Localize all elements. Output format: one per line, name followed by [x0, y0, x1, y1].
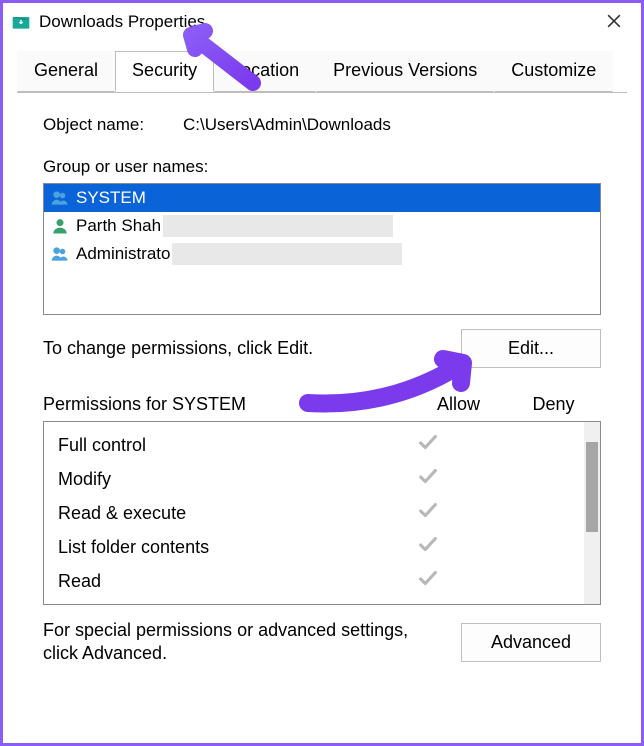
allow-check-icon: [380, 568, 475, 595]
permissions-scrollbar[interactable]: [584, 422, 600, 604]
list-item-label: Administrato: [76, 244, 170, 264]
permission-row-read-execute: Read & execute: [44, 496, 584, 530]
group-icon: [50, 244, 70, 264]
close-button[interactable]: [591, 7, 637, 37]
redacted-detail: [163, 215, 393, 237]
list-item-system[interactable]: SYSTEM: [44, 184, 600, 212]
tab-security[interactable]: Security: [115, 51, 214, 92]
allow-check-icon: [380, 432, 475, 459]
permission-name: Read: [58, 571, 380, 592]
window-title: Downloads Properties: [39, 12, 591, 32]
list-item-administrators[interactable]: Administrato: [44, 240, 600, 268]
permission-name: Read & execute: [58, 503, 380, 524]
titlebar: Downloads Properties: [3, 3, 641, 41]
permission-row-read: Read: [44, 564, 584, 598]
permission-name: Full control: [58, 435, 380, 456]
redacted-detail: [172, 243, 402, 265]
permission-name: List folder contents: [58, 537, 380, 558]
tab-panel-security: Object name: C:\Users\Admin\Downloads Gr…: [17, 92, 627, 674]
object-name-value: C:\Users\Admin\Downloads: [183, 115, 391, 135]
deny-column-header: Deny: [506, 394, 601, 415]
advanced-help-text: For special permissions or advanced sett…: [43, 619, 461, 666]
close-icon: [607, 12, 621, 33]
list-item-label: Parth Shah: [76, 216, 161, 236]
object-name-label: Object name:: [43, 115, 183, 135]
permissions-for-label: Permissions for SYSTEM: [43, 394, 411, 415]
permission-row-full-control: Full control: [44, 428, 584, 462]
advanced-button[interactable]: Advanced: [461, 623, 601, 662]
allow-check-icon: [380, 500, 475, 527]
permissions-grid: Full control Modify Read & execute List …: [43, 421, 601, 605]
edit-button[interactable]: Edit...: [461, 329, 601, 368]
tab-customize[interactable]: Customize: [494, 51, 613, 92]
object-name-row: Object name: C:\Users\Admin\Downloads: [43, 115, 601, 135]
allow-column-header: Allow: [411, 394, 506, 415]
permission-row-modify: Modify: [44, 462, 584, 496]
user-icon: [50, 216, 70, 236]
tab-general[interactable]: General: [17, 51, 115, 92]
permission-name: Modify: [58, 469, 380, 490]
edit-help-text: To change permissions, click Edit.: [43, 338, 461, 359]
allow-check-icon: [380, 534, 475, 561]
folder-download-icon: [11, 12, 31, 32]
tab-previous-versions[interactable]: Previous Versions: [316, 51, 494, 92]
tab-location[interactable]: Location: [214, 51, 316, 92]
tabstrip: General Security Location Previous Versi…: [3, 41, 641, 92]
allow-check-icon: [380, 466, 475, 493]
list-item-label: SYSTEM: [76, 188, 146, 208]
group-user-names-label: Group or user names:: [43, 157, 601, 177]
scrollbar-thumb[interactable]: [586, 442, 598, 532]
permission-row-list-folder: List folder contents: [44, 530, 584, 564]
group-icon: [50, 188, 70, 208]
list-item-parth-shah[interactable]: Parth Shah: [44, 212, 600, 240]
group-user-names-list[interactable]: SYSTEM Parth Shah Administrato: [43, 183, 601, 315]
permissions-header: Permissions for SYSTEM Allow Deny: [43, 394, 601, 415]
